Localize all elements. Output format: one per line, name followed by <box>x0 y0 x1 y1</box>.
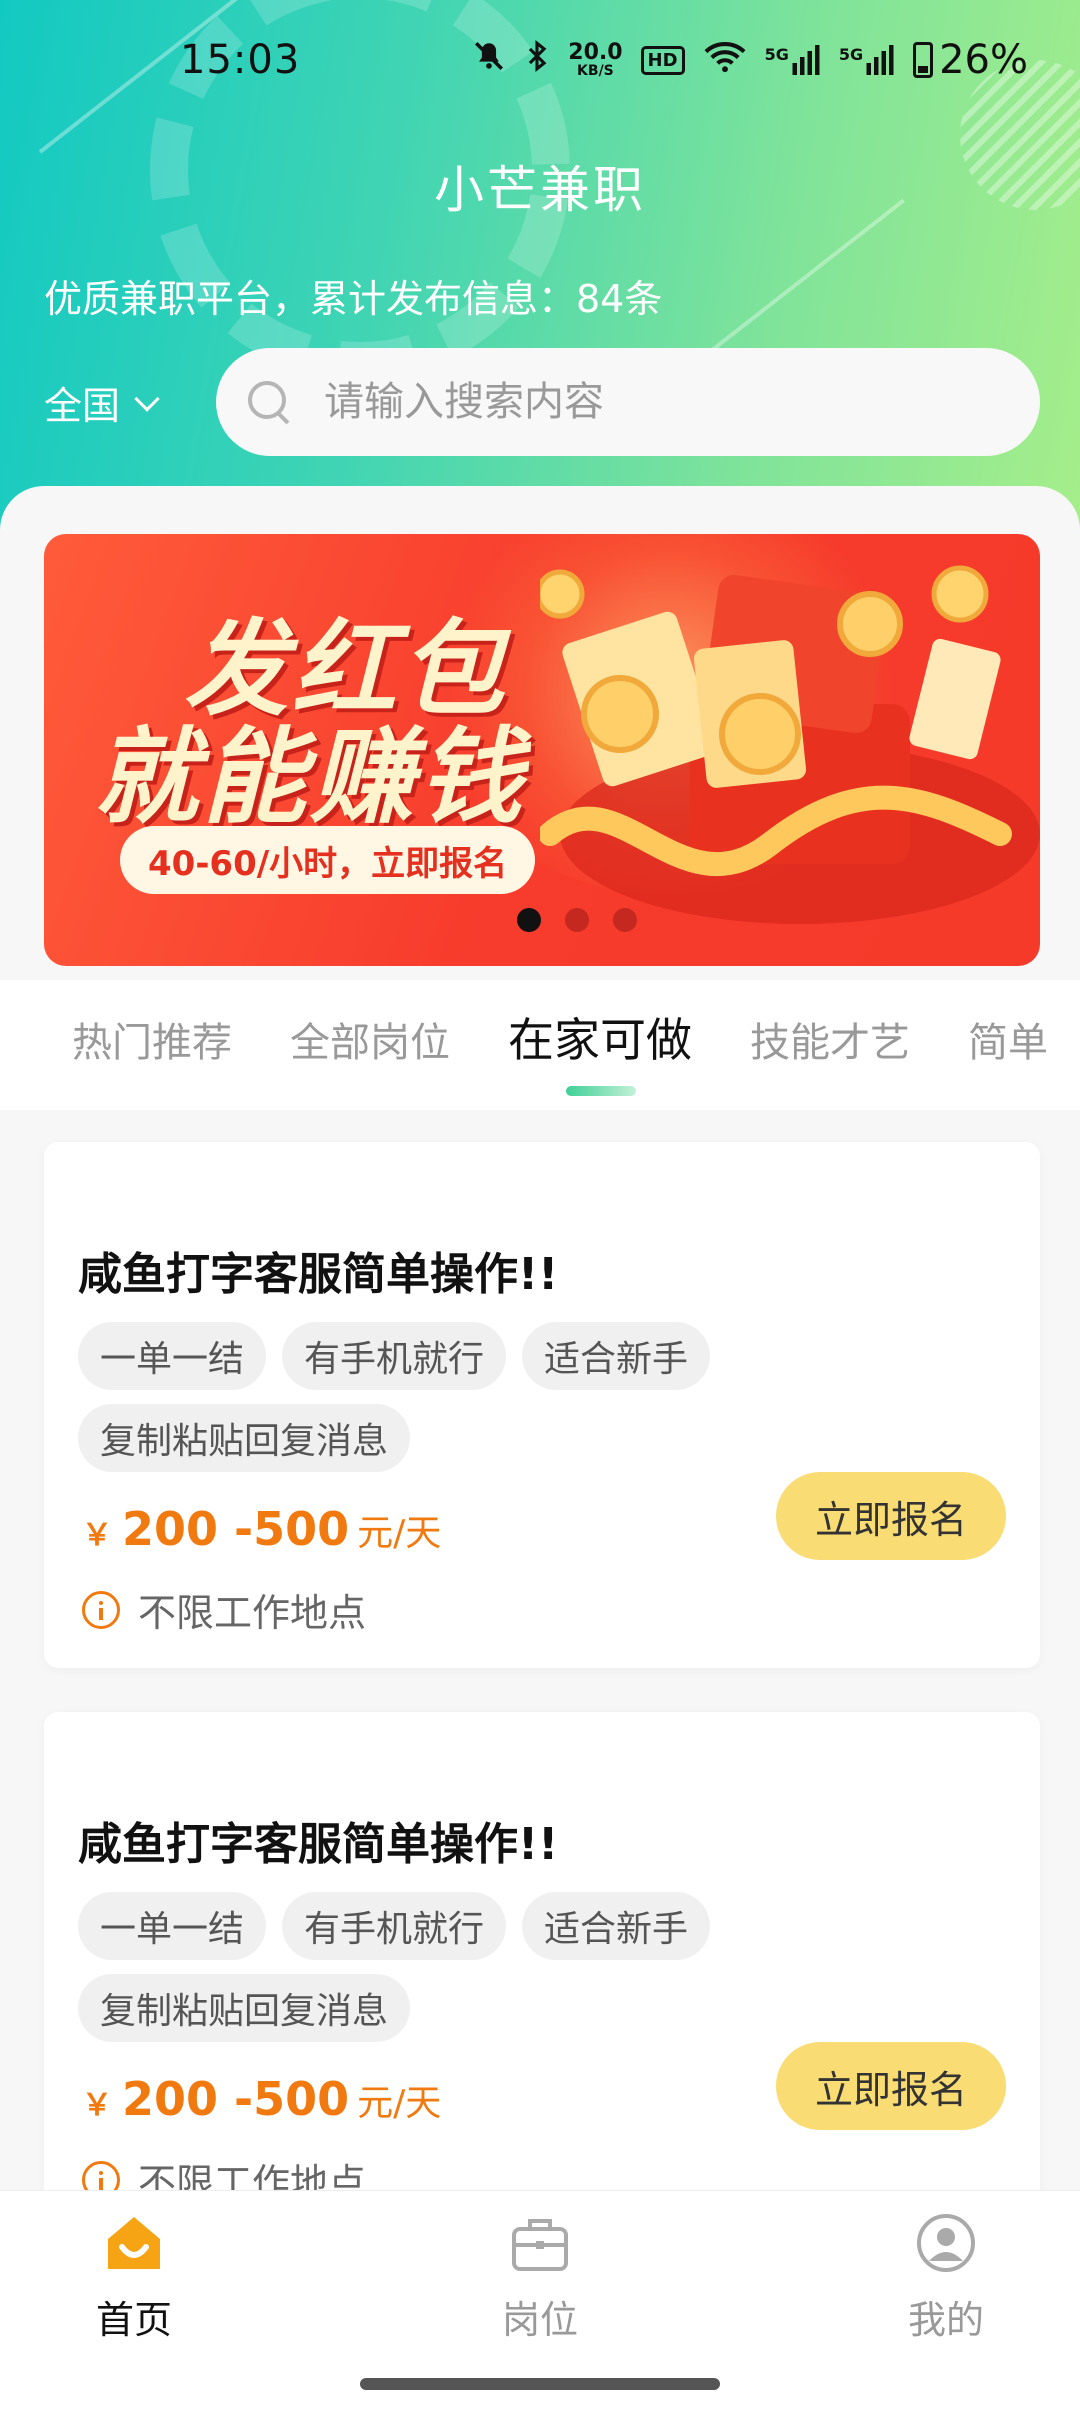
wifi-icon <box>703 39 747 81</box>
signal-5g-icon: 5G <box>765 45 821 75</box>
network-speed-value: 20.0 <box>568 40 623 65</box>
status-bar: 15:03 20.0 KB/S HD 5G 5G 26% <box>0 0 1080 120</box>
apply-button[interactable]: 立即报名 <box>776 1472 1006 1560</box>
info-icon <box>82 1590 120 1629</box>
job-card[interactable]: 咸鱼打字客服简单操作!! 一单一结 有手机就行 适合新手 复制粘贴回复消息 ￥ … <box>44 1142 1040 1668</box>
carousel-dots <box>44 908 1040 932</box>
network-type-label: 5G <box>764 45 789 64</box>
carousel-dot[interactable] <box>613 908 637 932</box>
tab-skills[interactable]: 技能才艺 <box>750 1010 910 1070</box>
job-tag: 一单一结 <box>78 1892 267 1960</box>
status-icons: 20.0 KB/S HD 5G 5G 26% <box>472 37 1028 83</box>
apply-button[interactable]: 立即报名 <box>776 2042 1006 2130</box>
status-time: 15:03 <box>180 37 301 83</box>
region-label: 全国 <box>44 384 121 428</box>
job-tag: 适合新手 <box>522 1322 711 1390</box>
job-tag: 复制粘贴回复消息 <box>78 1404 411 1472</box>
tab-list: 热门推荐 全部岗位 在家可做 技能才艺 简单 <box>72 1010 1048 1070</box>
job-salary: ￥ 200 -500 元/天 <box>82 1502 441 1556</box>
job-tags: 一单一结 有手机就行 适合新手 复制粘贴回复消息 <box>78 1892 778 2042</box>
bluetooth-icon <box>524 39 550 81</box>
search-bar[interactable] <box>216 348 1040 456</box>
hd-badge: HD <box>640 45 685 75</box>
network-speed-unit: KB/S <box>577 63 614 79</box>
job-tag: 适合新手 <box>522 1892 711 1960</box>
tab-work-from-home[interactable]: 在家可做 <box>508 1004 692 1070</box>
nav-item-profile[interactable]: 我的 <box>846 2211 1046 2344</box>
active-tab-indicator <box>566 1086 636 1096</box>
job-tag: 一单一结 <box>78 1322 267 1390</box>
salary-unit: 元/天 <box>357 2083 442 2124</box>
job-tag: 有手机就行 <box>282 1322 507 1390</box>
mute-icon <box>472 39 506 81</box>
tab-simple[interactable]: 简单 <box>968 1010 1048 1070</box>
job-title: 咸鱼打字客服简单操作!! <box>78 1819 559 1870</box>
user-icon <box>917 2214 975 2272</box>
home-indicator[interactable] <box>360 2378 720 2390</box>
currency-symbol: ￥ <box>82 1518 112 1553</box>
tab-all-jobs[interactable]: 全部岗位 <box>290 1010 450 1070</box>
salary-amount: 200 -500 <box>122 2072 350 2126</box>
home-icon <box>108 2217 160 2269</box>
network-type-label: 5G <box>838 45 864 64</box>
region-selector[interactable]: 全国 <box>44 375 160 430</box>
nav-item-home[interactable]: 首页 <box>34 2211 234 2344</box>
red-envelope-illustration <box>540 565 1040 924</box>
briefcase-icon <box>512 2219 568 2271</box>
job-tags: 一单一结 有手机就行 适合新手 复制粘贴回复消息 <box>78 1322 778 1472</box>
currency-symbol: ￥ <box>82 2088 112 2123</box>
nav-label: 我的 <box>907 2298 984 2342</box>
search-input[interactable] <box>324 379 1004 425</box>
banner-cta-pill: 40-60/小时，立即报名 <box>120 826 536 894</box>
job-title: 咸鱼打字客服简单操作!! <box>78 1249 559 1300</box>
signal-5g-icon: 5G <box>839 45 895 75</box>
nav-label: 岗位 <box>501 2298 578 2342</box>
battery-indicator: 26% <box>913 37 1028 83</box>
battery-percent: 26% <box>939 37 1028 83</box>
chevron-down-icon <box>134 385 160 412</box>
platform-subtitle: 优质兼职平台，累计发布信息：84条 <box>44 277 663 321</box>
promo-banner[interactable]: 发红包 就能赚钱 40-60/小时，立即报名 <box>44 534 1040 966</box>
job-salary: ￥ 200 -500 元/天 <box>82 2072 441 2126</box>
nav-label: 首页 <box>95 2298 172 2342</box>
network-speed: 20.0 KB/S <box>568 40 623 79</box>
salary-amount: 200 -500 <box>122 1502 350 1556</box>
app-title: 小芒兼职 <box>434 161 646 219</box>
nav-item-jobs[interactable]: 岗位 <box>440 2211 640 2344</box>
battery-icon <box>913 42 934 78</box>
job-card[interactable]: 咸鱼打字客服简单操作!! 一单一结 有手机就行 适合新手 复制粘贴回复消息 ￥ … <box>44 1712 1040 2238</box>
location-text: 不限工作地点 <box>138 1591 367 1635</box>
banner-headline: 就能赚钱 <box>94 716 527 838</box>
carousel-dot[interactable] <box>565 908 589 932</box>
carousel-dot[interactable] <box>517 908 541 932</box>
job-tag: 有手机就行 <box>282 1892 507 1960</box>
tab-hot[interactable]: 热门推荐 <box>72 1010 232 1070</box>
category-tabs: 热门推荐 全部岗位 在家可做 技能才艺 简单 <box>0 980 1080 1110</box>
job-location: 不限工作地点 <box>82 1582 366 1637</box>
search-icon <box>248 381 290 423</box>
salary-unit: 元/天 <box>357 1513 442 1554</box>
job-tag: 复制粘贴回复消息 <box>78 1974 411 2042</box>
